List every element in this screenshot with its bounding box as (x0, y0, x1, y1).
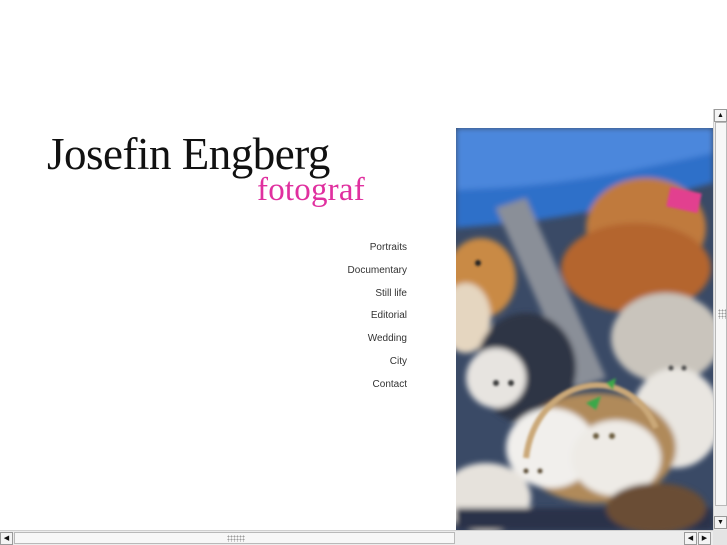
nav-item-contact[interactable]: Contact (348, 379, 407, 402)
nav-item-editorial[interactable]: Editorial (348, 310, 407, 333)
vertical-scroll-thumb[interactable] (715, 122, 727, 506)
scroll-left-button-secondary[interactable]: ◀ (684, 532, 697, 545)
featured-photo (456, 128, 713, 530)
arrow-left-icon: ◀ (687, 535, 694, 542)
scroll-up-button[interactable]: ▲ (714, 109, 727, 122)
grip-icon (718, 309, 726, 319)
arrow-left-icon: ◀ (3, 535, 10, 542)
arrow-right-icon: ▶ (701, 535, 708, 542)
photo-illustration (456, 128, 713, 530)
nav-item-still-life[interactable]: Still life (348, 288, 407, 311)
vertical-scrollbar[interactable]: ▲ ▼ (713, 109, 727, 530)
nav-item-documentary[interactable]: Documentary (348, 265, 407, 288)
nav-item-portraits[interactable]: Portraits (348, 242, 407, 265)
scroll-down-button[interactable]: ▼ (714, 516, 727, 529)
scroll-right-button[interactable]: ▶ (698, 532, 711, 545)
grip-icon (227, 535, 245, 542)
nav-item-wedding[interactable]: Wedding (348, 333, 407, 356)
horizontal-scrollbar[interactable]: ◀ ◀ ▶ (0, 530, 713, 545)
horizontal-scroll-thumb[interactable] (14, 532, 455, 544)
site-subtitle: fotograf (257, 172, 365, 208)
scroll-left-button[interactable]: ◀ (0, 532, 13, 545)
arrow-up-icon: ▲ (717, 112, 724, 119)
main-nav: Portraits Documentary Still life Editori… (348, 242, 407, 402)
arrow-down-icon: ▼ (717, 519, 724, 526)
scrollbar-corner (713, 530, 727, 545)
nav-item-city[interactable]: City (348, 356, 407, 379)
